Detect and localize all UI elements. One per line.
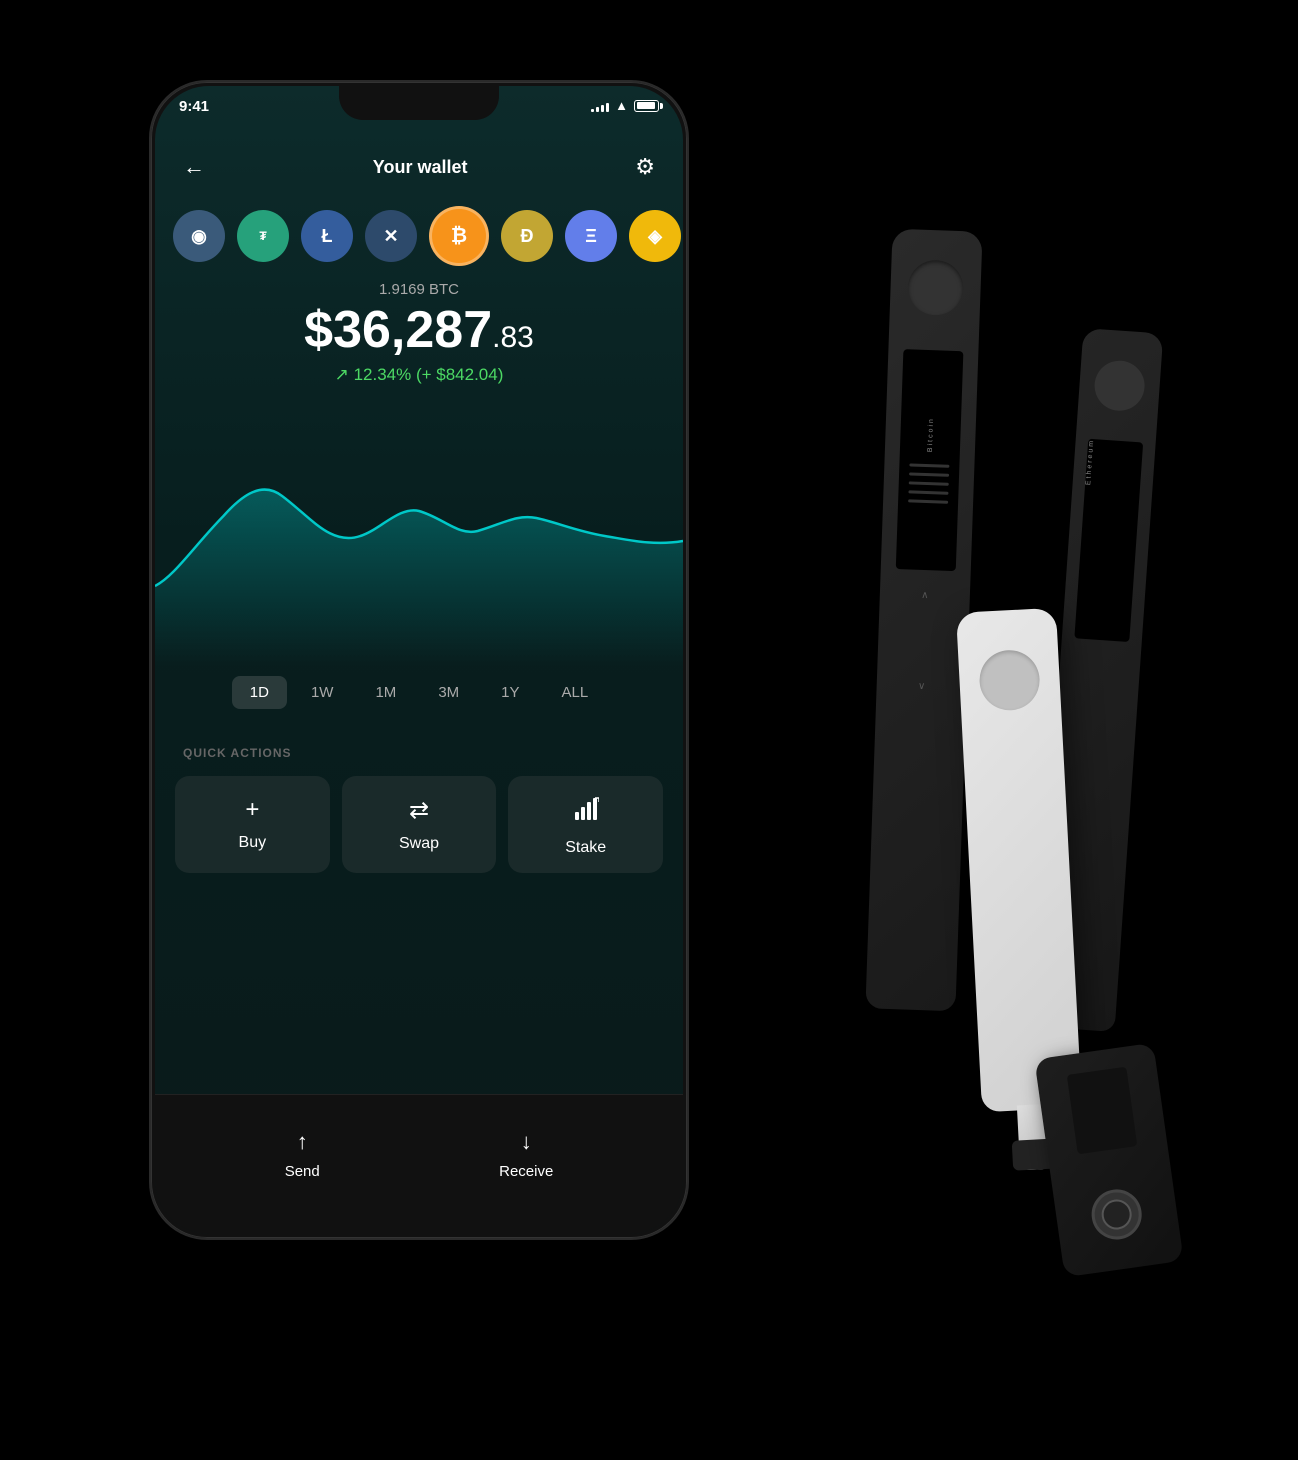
coin-item-eth[interactable]: Ξ: [565, 210, 617, 262]
stake-label: Stake: [565, 839, 606, 857]
time-btn-all[interactable]: ALL: [544, 676, 607, 709]
hardware-wallet-small: [1034, 1043, 1183, 1278]
phone-volume-down: [149, 342, 151, 442]
battery-icon: [634, 100, 659, 112]
coin-item-other[interactable]: ◉: [173, 210, 225, 262]
time-btn-1m[interactable]: 1M: [357, 676, 414, 709]
back-button[interactable]: ←: [183, 154, 205, 180]
coin-item-doge[interactable]: Ð: [501, 210, 553, 262]
hw-bitcoin-label: Bitcoin: [926, 417, 934, 452]
phone-volume-up: [149, 262, 151, 322]
coin-item-ltc[interactable]: Ł: [301, 210, 353, 262]
signal-bar-1: [591, 109, 594, 112]
swap-label: Swap: [399, 835, 439, 853]
receive-icon: ↓: [521, 1129, 532, 1155]
balance-change: ↗ 12.34% (+ $842.04): [175, 365, 663, 385]
page-title: Your wallet: [205, 157, 635, 178]
hw-small-button: [1088, 1186, 1144, 1242]
balance-btc-amount: 1.9169 BTC: [175, 281, 663, 298]
hw-menu-item: [909, 481, 949, 485]
phone-frame: 9:41 ▲ ← Your wallet: [149, 80, 689, 1240]
send-label: Send: [285, 1163, 320, 1180]
time-btn-1y[interactable]: 1Y: [483, 676, 537, 709]
hw-menu-item: [908, 490, 948, 494]
stake-icon: [573, 796, 599, 829]
wifi-icon: ▲: [615, 98, 628, 113]
coin-item-bnb[interactable]: ◈: [629, 210, 681, 262]
quick-actions-label: QUICK ACTIONS: [183, 746, 292, 760]
status-icons: ▲: [591, 98, 659, 113]
coin-item-btc[interactable]: ₿: [429, 206, 489, 266]
swap-icon: ⇄: [409, 796, 429, 825]
balance-usd-amount: $36,287.83: [175, 302, 663, 359]
hw-menu-item: [909, 463, 949, 467]
chart-area: [155, 406, 683, 666]
chart-fill: [155, 490, 683, 666]
bottom-actions-bar: ↑ Send ↓ Receive: [155, 1094, 683, 1234]
hw2-screen: Ethereum: [1074, 439, 1143, 642]
receive-button[interactable]: ↓ Receive: [499, 1129, 553, 1180]
coin-selector-row: ◉ ₮ Ł ✕ ₿ Ð Ξ ◈ A: [155, 201, 683, 271]
hw2-label: Ethereum: [1084, 439, 1095, 496]
balance-main: $36,287: [304, 301, 492, 359]
buy-button[interactable]: + Buy: [175, 776, 330, 873]
hw-small-screen: [1067, 1067, 1138, 1155]
signal-bar-3: [601, 105, 604, 112]
hw-menu-item: [908, 499, 948, 503]
hw-nav: ∧ ∨: [918, 590, 929, 692]
buy-icon: +: [245, 796, 259, 824]
phone-screen: 9:41 ▲ ← Your wallet: [155, 86, 683, 1234]
battery-fill: [637, 102, 655, 109]
time-btn-1w[interactable]: 1W: [293, 676, 352, 709]
coin-item-xrp[interactable]: ✕: [365, 210, 417, 262]
hw-menu-item: [909, 472, 949, 476]
balance-cents: .83: [492, 321, 534, 354]
signal-icon: [591, 100, 609, 112]
send-icon: ↑: [297, 1129, 308, 1155]
scene: 9:41 ▲ ← Your wallet: [99, 30, 1199, 1430]
hw2-button: [1093, 359, 1146, 412]
time-btn-1d[interactable]: 1D: [232, 676, 287, 709]
signal-bar-2: [596, 107, 599, 112]
settings-icon[interactable]: ⚙: [635, 154, 655, 180]
hw-menu-items: [908, 463, 949, 503]
send-button[interactable]: ↑ Send: [285, 1129, 320, 1180]
hw-screen-1: Bitcoin: [896, 349, 964, 571]
hw-small-button-inner: [1100, 1198, 1134, 1232]
price-chart: [155, 406, 683, 666]
phone-notch: [339, 86, 499, 120]
time-period-selector: 1D 1W 1M 3M 1Y ALL: [155, 676, 683, 709]
time-btn-3m[interactable]: 3M: [420, 676, 477, 709]
quick-actions-row: + Buy ⇄ Swap: [175, 776, 663, 873]
buy-label: Buy: [239, 834, 267, 852]
signal-bar-4: [606, 103, 609, 112]
coin-item-usdt[interactable]: ₮: [237, 210, 289, 262]
swap-button[interactable]: ⇄ Swap: [342, 776, 497, 873]
phone-power: [687, 302, 689, 432]
stake-button[interactable]: Stake: [508, 776, 663, 873]
receive-label: Receive: [499, 1163, 553, 1180]
app-header: ← Your wallet ⚙: [155, 141, 683, 193]
balance-section: 1.9169 BTC $36,287.83 ↗ 12.34% (+ $842.0…: [155, 281, 683, 385]
